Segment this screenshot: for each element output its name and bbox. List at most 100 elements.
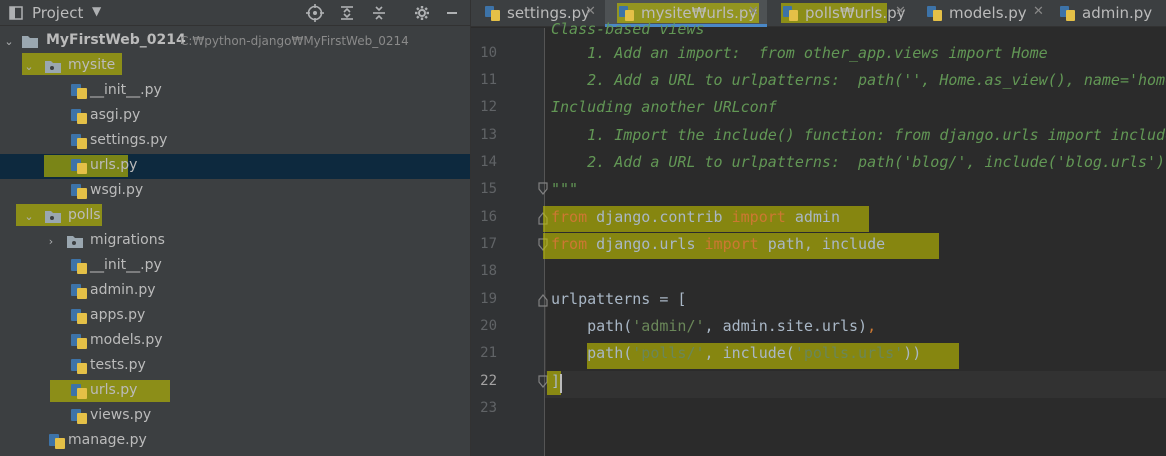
crosshair-icon[interactable]: [305, 3, 325, 23]
expand-all-icon[interactable]: [337, 3, 357, 23]
project-panel-header: Project ▼: [0, 0, 470, 26]
tree-item-file[interactable]: urls.py: [0, 379, 470, 404]
line-number: 23: [480, 400, 497, 416]
fold-end-icon[interactable]: [537, 238, 549, 252]
tree-item-file[interactable]: wsgi.py: [0, 179, 470, 204]
code-line: 1. Add an import: from other_app.views i…: [551, 44, 1048, 62]
chevron-down-icon[interactable]: ⌄: [22, 208, 36, 224]
tree-item-project-root[interactable]: ⌄ MyFirstWeb_0214 C:₩python-django₩MyFir…: [0, 29, 470, 54]
tab-admin[interactable]: admin.py: [1046, 0, 1166, 27]
python-file-icon: [71, 334, 87, 349]
close-icon[interactable]: ✕: [895, 4, 906, 19]
tab-polls-urls[interactable]: polls₩urls.py ✕: [769, 0, 915, 27]
tree-item-label: MyFirstWeb_0214: [46, 32, 186, 48]
tree-item-mysite[interactable]: ⌄ mysite: [0, 53, 470, 79]
code-line: 2. Add a URL to urlpatterns: path('blog/…: [551, 153, 1166, 171]
identifier-token: , admin.site.urls): [704, 317, 868, 335]
fold-start-icon[interactable]: [537, 211, 549, 225]
line-number: 12: [480, 99, 497, 115]
tree-item-file-selected[interactable]: urls.py: [0, 154, 470, 179]
code-line: Class-based views: [551, 20, 705, 38]
tree-item-file[interactable]: asgi.py: [0, 104, 470, 129]
project-path: C:₩python-django₩MyFirstWeb_0214: [180, 34, 409, 48]
python-file-icon: [71, 159, 87, 174]
project-view-icon[interactable]: [6, 3, 26, 23]
tree-item-label: polls: [68, 207, 101, 223]
keyword-token: from: [551, 208, 588, 226]
python-file-icon: [71, 184, 87, 199]
line-number: 15: [480, 181, 497, 197]
identifier-token: )): [903, 344, 922, 362]
close-icon[interactable]: ✕: [1033, 4, 1044, 19]
code-area[interactable]: 10 11 12 13 14 15 16 17 18 19 20 21 22 2…: [471, 20, 1166, 456]
package-folder-icon: [67, 236, 83, 248]
tree-item-file[interactable]: tests.py: [0, 354, 470, 379]
tree-item-label: urls.py: [90, 382, 138, 398]
fold-start-icon[interactable]: [537, 293, 549, 307]
line-number: 20: [480, 318, 497, 334]
tree-item-file[interactable]: settings.py: [0, 129, 470, 154]
python-file-icon: [71, 134, 87, 149]
project-panel: Project ▼ ⌄ MyFirstWeb_0214 C:₩python-dj…: [0, 0, 470, 456]
tree-item-file[interactable]: __init__.py: [0, 79, 470, 104]
folder-icon: [22, 36, 38, 48]
identifier-token: path(: [551, 317, 633, 335]
package-folder-icon: [45, 61, 61, 73]
chevron-right-icon[interactable]: ›: [44, 233, 58, 249]
punctuation-token: ,: [867, 317, 877, 335]
identifier-token: admin: [785, 208, 840, 226]
tab-label: polls₩urls.py: [805, 4, 906, 22]
python-file-icon: [927, 6, 942, 21]
keyword-token: import: [704, 235, 759, 253]
hide-panel-icon[interactable]: [442, 3, 462, 23]
string-token: 'polls/': [632, 344, 705, 362]
code-line: Including another URLconf: [551, 98, 777, 116]
tree-item-file[interactable]: apps.py: [0, 304, 470, 329]
gear-icon[interactable]: [412, 3, 432, 23]
fold-end-icon[interactable]: [537, 182, 549, 196]
python-file-icon: [71, 259, 87, 274]
code-line: path('admin/', admin.site.urls),: [551, 317, 876, 335]
package-folder-icon: [45, 211, 61, 223]
fold-end-icon[interactable]: [537, 375, 549, 389]
project-panel-title[interactable]: Project: [32, 4, 83, 22]
close-icon[interactable]: ✕: [748, 4, 759, 19]
tree-item-file[interactable]: models.py: [0, 329, 470, 354]
tree-item-file[interactable]: views.py: [0, 404, 470, 429]
python-file-icon: [485, 6, 500, 21]
tree-item-file[interactable]: admin.py: [0, 279, 470, 304]
code-line: path('polls/', include('polls.urls')): [551, 344, 921, 362]
line-number: 16: [480, 209, 497, 225]
python-file-icon: [71, 409, 87, 424]
close-icon[interactable]: ✕: [585, 4, 596, 19]
tree-item-label: models.py: [90, 332, 163, 348]
tree-item-file[interactable]: __init__.py: [0, 254, 470, 279]
identifier-token: path, include: [758, 235, 886, 253]
tree-item-polls[interactable]: ⌄ polls: [0, 204, 470, 229]
identifier-token: path(: [551, 344, 633, 362]
string-token: 'admin/': [632, 317, 705, 335]
line-number: 17: [480, 236, 497, 252]
code-line: """: [551, 180, 579, 198]
chevron-down-icon[interactable]: ⌄: [2, 33, 16, 49]
tree-item-label: asgi.py: [90, 107, 141, 123]
python-file-icon: [71, 359, 87, 374]
identifier-token: django.contrib: [587, 208, 732, 226]
tree-item-migrations[interactable]: › migrations: [0, 229, 470, 254]
tree-item-label: views.py: [90, 407, 152, 423]
keyword-token: import: [731, 208, 786, 226]
keyword-token: from: [551, 235, 588, 253]
code-line-current: ]: [551, 372, 561, 390]
chevron-down-icon[interactable]: ▼: [92, 4, 101, 18]
collapse-all-icon[interactable]: [369, 3, 389, 23]
python-file-icon: [1060, 6, 1075, 21]
code-line: from django.urls import path, include: [551, 235, 885, 253]
tab-models[interactable]: models.py ✕: [913, 0, 1049, 27]
tree-item-file[interactable]: manage.py: [0, 429, 470, 454]
python-file-icon: [71, 309, 87, 324]
line-number: 14: [480, 154, 497, 170]
tree-item-label: migrations: [90, 232, 165, 248]
chevron-down-icon[interactable]: ⌄: [22, 58, 36, 74]
current-line-highlight: [545, 371, 1166, 398]
line-number: 13: [480, 127, 497, 143]
